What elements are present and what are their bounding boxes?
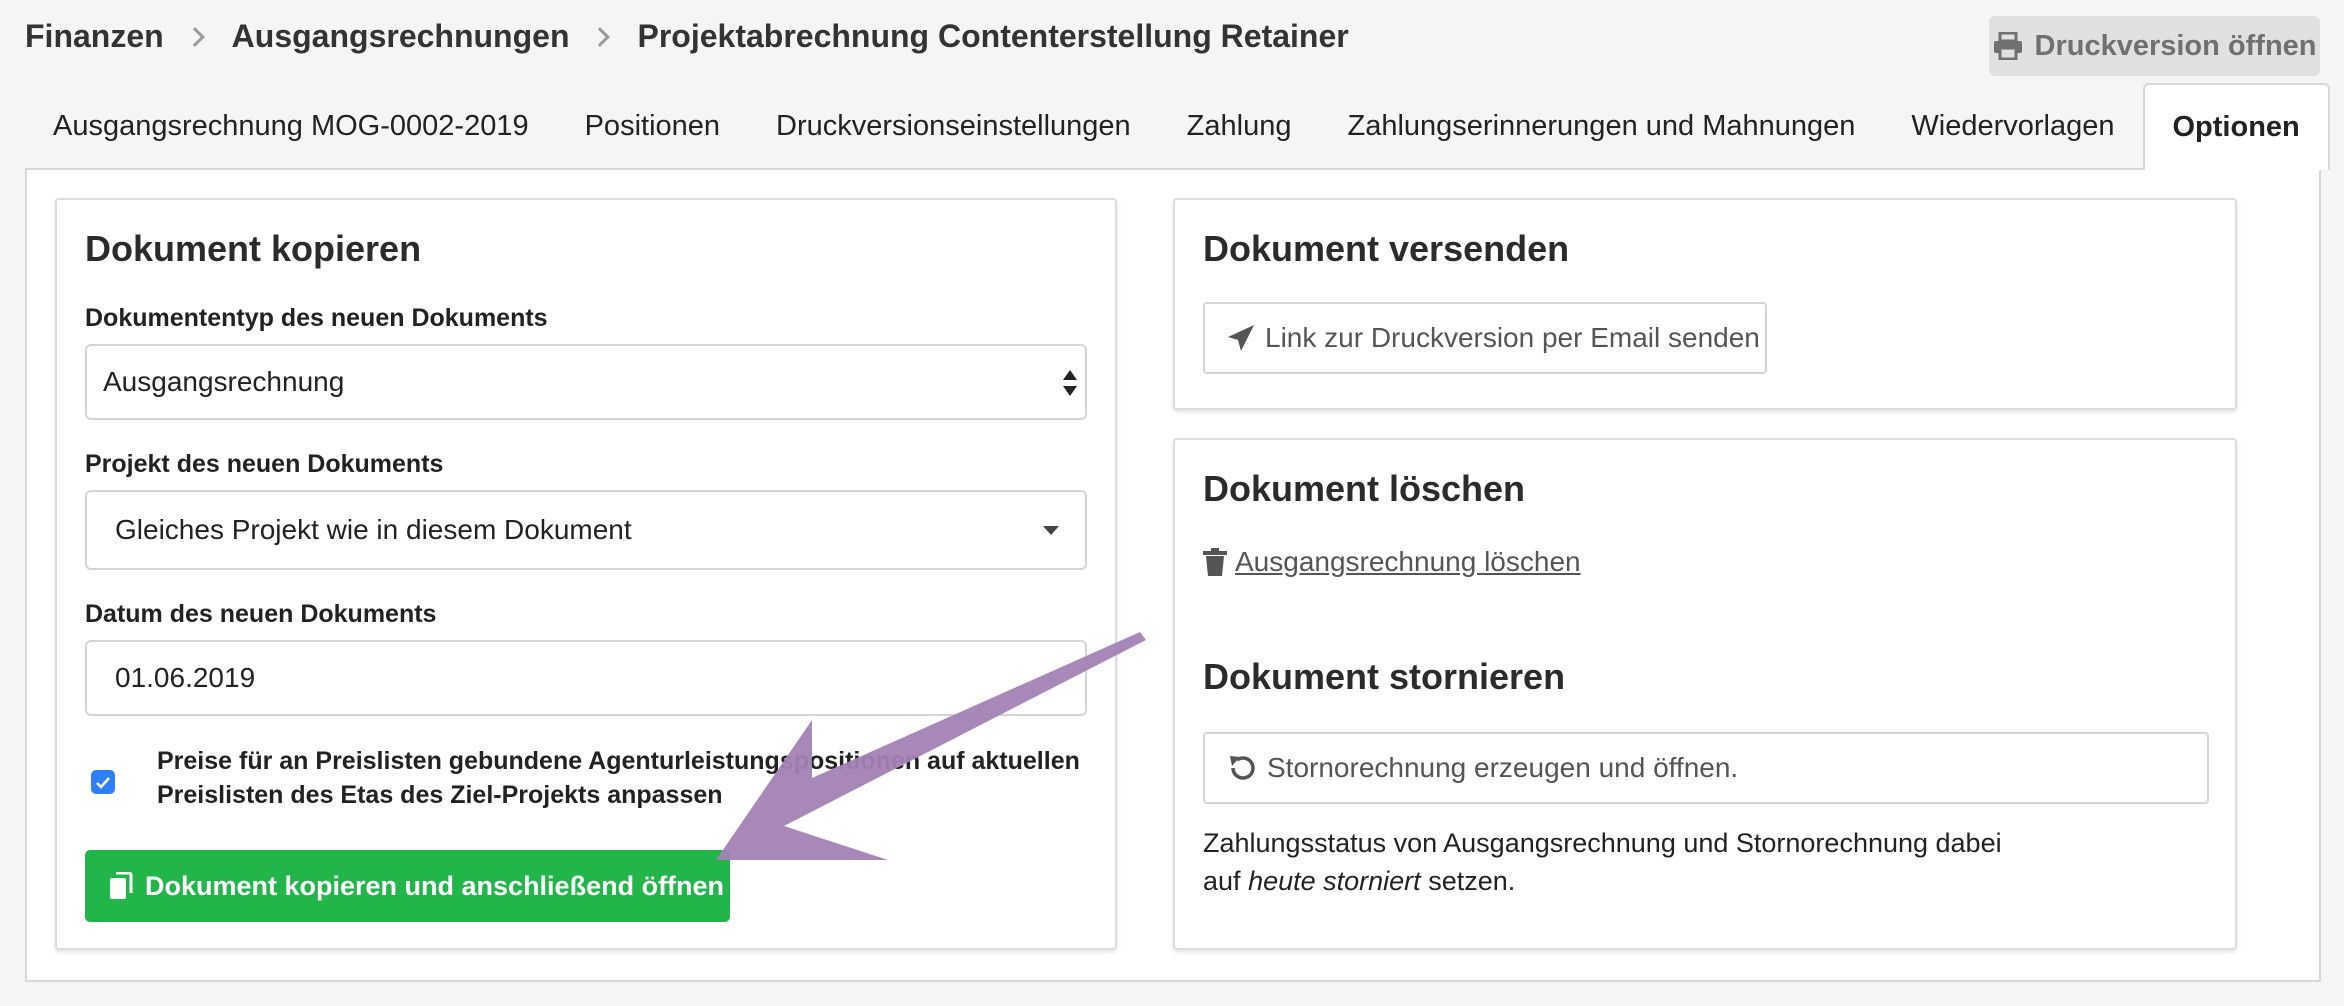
checkmark-icon	[96, 776, 110, 789]
cancel-section-title: Dokument stornieren	[1203, 656, 1566, 697]
cancel-note-auf: auf	[1203, 866, 1241, 896]
printer-icon	[1993, 32, 2022, 60]
tab-bar: Ausgangsrechnung MOG-0002-2019 Positione…	[25, 83, 2330, 170]
cancel-note: Zahlungsstatus von Ausgangsrechnung und …	[1203, 824, 2002, 900]
create-cancellation-label: Stornorechnung erzeugen und öffnen.	[1267, 752, 1739, 783]
date-label: Datum des neuen Dokuments	[85, 600, 437, 628]
caret-down-icon	[1043, 526, 1059, 535]
project-label: Projekt des neuen Dokuments	[85, 450, 444, 478]
adjust-prices-line2: Preislisten des Etas des Ziel-Projekts a…	[157, 781, 723, 809]
tab-wiedervorlagen[interactable]: Wiedervorlagen	[1883, 84, 2142, 170]
copy-and-open-label: Dokument kopieren und anschließend öffne…	[145, 870, 725, 901]
send-card-title: Dokument versenden	[1203, 228, 1570, 269]
breadcrumb: Finanzen Ausgangsrechnungen Projektabrec…	[25, 18, 1349, 55]
date-input[interactable]: 01.06.2019	[85, 640, 1087, 716]
send-document-card: Dokument versenden Link zur Druckversion…	[1173, 198, 2237, 410]
create-cancellation-button[interactable]: Stornorechnung erzeugen und öffnen.	[1203, 732, 2209, 804]
delete-invoice-label: Ausgangsrechnung löschen	[1235, 546, 1581, 577]
copy-icon	[110, 872, 133, 899]
copy-card-title: Dokument kopieren	[85, 228, 422, 269]
tab-druckversionseinstellungen[interactable]: Druckversionseinstellungen	[748, 84, 1159, 170]
delete-document-card: Dokument löschen Ausgangsrechnung lösche…	[1173, 438, 2237, 950]
tab-optionen[interactable]: Optionen	[2142, 83, 2330, 170]
cancel-note-emphasis: heute storniert	[1248, 866, 1421, 896]
chevron-right-icon	[590, 26, 611, 47]
adjust-prices-line1: Preise für an Preislisten gebundene Agen…	[157, 747, 1080, 775]
doctype-label: Dokumententyp des neuen Dokuments	[85, 304, 548, 332]
select-arrows-icon	[1063, 370, 1077, 396]
doctype-select[interactable]: Ausgangsrechnung	[85, 344, 1087, 420]
cancel-note-line1: Zahlungsstatus von Ausgangsrechnung und …	[1203, 828, 2002, 858]
project-select[interactable]: Gleiches Projekt wie in diesem Dokument	[85, 490, 1087, 570]
copy-document-card: Dokument kopieren Dokumententyp des neue…	[55, 198, 1117, 950]
delete-card-title: Dokument löschen	[1203, 468, 1526, 509]
cancel-note-end: setzen.	[1428, 866, 1516, 896]
delete-invoice-link[interactable]: Ausgangsrechnung löschen	[1203, 546, 1581, 578]
breadcrumb-current: Projektabrechnung Contenterstellung Reta…	[637, 18, 1349, 54]
trash-icon	[1203, 548, 1227, 576]
tab-zahlung[interactable]: Zahlung	[1159, 84, 1320, 170]
tab-zahlungserinnerungen[interactable]: Zahlungserinnerungen und Mahnungen	[1319, 84, 1883, 170]
options-panel: Dokument kopieren Dokumententyp des neue…	[25, 168, 2321, 982]
adjust-prices-checkbox[interactable]	[91, 770, 115, 794]
print-version-button[interactable]: Druckversion öffnen	[1989, 16, 2320, 76]
undo-icon	[1230, 756, 1255, 780]
print-version-label: Druckversion öffnen	[2034, 29, 2317, 62]
tab-ausgangsrechnung[interactable]: Ausgangsrechnung MOG-0002-2019	[25, 84, 557, 170]
copy-and-open-button[interactable]: Dokument kopieren und anschließend öffne…	[85, 850, 730, 922]
chevron-right-icon	[184, 26, 205, 47]
breadcrumb-finanzen[interactable]: Finanzen	[25, 18, 164, 55]
send-link-email-button[interactable]: Link zur Druckversion per Email senden	[1203, 302, 1767, 374]
tab-positionen[interactable]: Positionen	[557, 84, 748, 170]
date-input-value: 01.06.2019	[115, 662, 256, 693]
cancel-note-line2: auf heute storniert setzen.	[1203, 862, 2002, 900]
breadcrumb-ausgangsrechnungen[interactable]: Ausgangsrechnungen	[232, 18, 570, 55]
project-select-value: Gleiches Projekt wie in diesem Dokument	[115, 514, 632, 545]
doctype-select-value: Ausgangsrechnung	[103, 366, 345, 397]
adjust-prices-label: Preise für an Preislisten gebundene Agen…	[157, 744, 1080, 812]
send-link-email-label: Link zur Druckversion per Email senden	[1265, 322, 1760, 353]
paper-plane-icon	[1228, 325, 1254, 351]
